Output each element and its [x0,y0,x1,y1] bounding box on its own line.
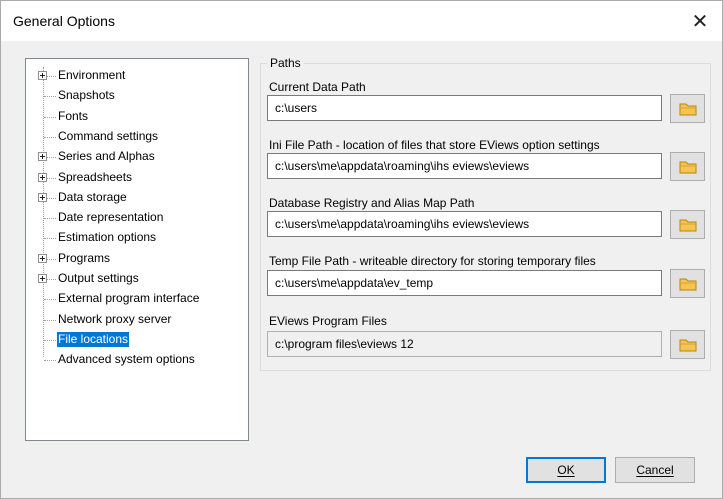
cancel-button-label: Cancel [636,463,674,477]
tree-item-label: Environment [58,68,126,82]
close-button[interactable]: ✕ [678,1,722,41]
tree-item-label: Date representation [58,210,164,225]
tree-connector [44,96,56,98]
tree-item-output-settings[interactable]: Output settings [26,269,248,289]
tree-item-programs[interactable]: Programs [26,249,248,269]
expand-plus-icon[interactable] [38,71,47,80]
tree-connector [44,238,56,240]
path-input: c:\program files\eviews 12 [267,331,662,357]
expand-plus-icon[interactable] [38,253,47,263]
path-input[interactable]: c:\users [267,95,662,121]
tree-item-snapshots[interactable]: Snapshots [26,86,248,106]
folder-icon [679,161,696,173]
tree-item-label: Estimation options [58,230,157,245]
path-label: Current Data Path [269,80,366,94]
tree-item-label: Command settings [58,128,159,143]
folder-icon [679,339,696,351]
browse-folder-button[interactable] [670,152,705,181]
ok-button[interactable]: OK [526,457,606,483]
tree-item-label: Fonts [58,108,89,123]
tree-item-fonts[interactable]: Fonts [26,107,248,127]
folder-icon [679,103,696,115]
tree-item-label: Series and Alphas [58,149,155,164]
tree-connector [44,360,56,362]
path-label: EViews Program Files [269,314,387,328]
tree-item-command-settings[interactable]: Command settings [26,127,248,147]
tree-item-label: Output settings [58,271,139,285]
close-icon: ✕ [691,10,709,33]
path-label: Ini File Path - location of files that s… [269,138,600,152]
dialog-title: General Options [13,13,115,29]
tree-item-estimation-options[interactable]: Estimation options [26,228,248,248]
tree-connector [44,136,56,138]
browse-folder-button[interactable] [670,330,705,359]
tree-item-label: Network proxy server [58,311,172,326]
tree-connector [44,299,56,301]
path-input[interactable]: c:\users\me\appdata\ev_temp [267,270,662,296]
tree-item-file-locations[interactable]: File locations [26,330,248,350]
tree-item-spreadsheets[interactable]: Spreadsheets [26,168,248,188]
tree-item-advanced-system-options[interactable]: Advanced system options [26,350,248,370]
tree-connector [44,339,56,341]
path-label: Database Registry and Alias Map Path [269,196,475,210]
browse-folder-button[interactable] [670,94,705,123]
expand-plus-icon[interactable] [38,152,47,162]
expand-plus-icon[interactable] [38,172,47,182]
ok-button-label: OK [557,463,575,477]
tree-item-environment[interactable]: Environment [26,66,248,86]
path-input[interactable]: c:\users\me\appdata\roaming\ihs eviews\e… [267,153,662,179]
tree-item-label: Snapshots [58,88,115,103]
tree-item-external-program-interface[interactable]: External program interface [26,289,248,309]
tree-item-label: File locations [57,331,130,347]
tree-item-data-storage[interactable]: Data storage [26,188,248,208]
cancel-button[interactable]: Cancel [615,457,695,483]
path-input[interactable]: c:\users\me\appdata\roaming\ihs eviews\e… [267,211,662,237]
tree-item-label: Data storage [58,189,127,204]
folder-icon [679,278,696,290]
tree-item-label: Advanced system options [58,352,195,367]
tree-item-label: External program interface [58,291,200,306]
expand-plus-icon[interactable] [38,192,47,202]
tree-connector [44,218,56,220]
expand-plus-icon[interactable] [38,274,47,283]
path-label: Temp File Path - writeable directory for… [269,254,596,268]
tree-item-series-and-alphas[interactable]: Series and Alphas [26,147,248,167]
tree-item-date-representation[interactable]: Date representation [26,208,248,228]
general-options-dialog: General Options ✕ Environment Snapshots Fo… [0,0,723,499]
tree-connector [44,319,56,321]
tree-connector [44,116,56,118]
options-tree[interactable]: Environment Snapshots Fonts Command setting… [25,58,249,441]
paths-group-caption: Paths [267,56,304,70]
tree-item-label: Spreadsheets [58,169,133,184]
tree-item-network-proxy-server[interactable]: Network proxy server [26,310,248,330]
browse-folder-button[interactable] [670,210,705,239]
tree-item-label: Programs [58,250,111,265]
browse-folder-button[interactable] [670,269,705,298]
title-bar: General Options ✕ [1,1,722,41]
folder-icon [679,219,696,231]
